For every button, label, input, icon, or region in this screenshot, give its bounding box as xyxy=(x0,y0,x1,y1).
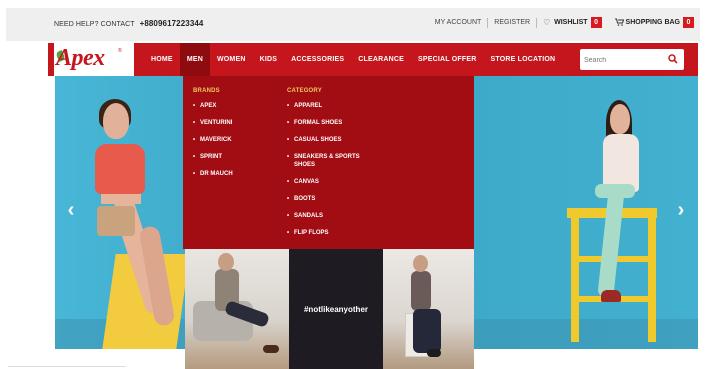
brand-link[interactable]: MAVERICK xyxy=(193,136,273,144)
man-shoe xyxy=(263,345,279,353)
phone-link[interactable]: +8809617223344 xyxy=(140,19,204,28)
brand-link[interactable]: SPRINT xyxy=(193,153,273,161)
nav-item-store-location[interactable]: STORE LOCATION xyxy=(484,43,563,76)
search-icon[interactable] xyxy=(668,54,678,64)
divider xyxy=(487,17,489,28)
account-links: MY ACCOUNT REGISTER ♡ WISHLIST 0 SHOPPIN… xyxy=(435,17,694,28)
yellow-stool-leg xyxy=(571,216,579,342)
search-input[interactable] xyxy=(580,50,660,71)
help-label: NEED HELP? CONTACT xyxy=(54,21,135,28)
top-utility-bar: NEED HELP? CONTACT +8809617223344 MY ACC… xyxy=(6,8,700,41)
model-left-top xyxy=(95,144,145,194)
man-shoe xyxy=(427,349,441,357)
men-mega-menu: BRANDS APEX VENTURINI MAVERICK SPRINT DR… xyxy=(183,76,474,249)
nav-item-kids[interactable]: KIDS xyxy=(253,43,285,76)
bag-count-badge: 0 xyxy=(683,17,694,28)
brands-column: BRANDS APEX VENTURINI MAVERICK SPRINT DR… xyxy=(193,88,273,187)
category-link[interactable]: CASUAL SHOES xyxy=(287,136,365,144)
divider xyxy=(536,17,538,28)
nav-item-home[interactable]: HOME xyxy=(144,43,180,76)
promo-image-seated-man xyxy=(185,249,289,369)
model-right-sandal xyxy=(601,290,621,302)
brand-link[interactable]: VENTURINI xyxy=(193,119,273,127)
yellow-stool-leg xyxy=(648,216,656,342)
promo-hashtag-panel: #notlikeanyother xyxy=(289,249,383,369)
trademark-mark: ® xyxy=(118,48,122,54)
category-link[interactable]: APPAREL xyxy=(287,102,365,110)
category-link[interactable]: FORMAL SHOES xyxy=(287,119,365,127)
search-box xyxy=(580,49,684,71)
category-link[interactable]: BOOTS xyxy=(287,195,365,203)
man-face xyxy=(218,253,234,271)
model-right-face xyxy=(610,104,630,134)
wishlist-link[interactable]: WISHLIST xyxy=(554,19,587,26)
man-shirt xyxy=(411,271,431,311)
nav-menu: HOME MEN WOMEN KIDS ACCESSORIES CLEARANC… xyxy=(144,43,562,76)
help-contact: NEED HELP? CONTACT +8809617223344 xyxy=(54,19,203,28)
register-link[interactable]: REGISTER xyxy=(494,19,530,26)
promo-image-stool-man xyxy=(383,249,474,369)
brands-heading: BRANDS xyxy=(193,88,220,94)
man-face xyxy=(413,255,428,272)
man-jeans xyxy=(413,309,441,353)
my-account-link[interactable]: MY ACCOUNT xyxy=(435,19,482,26)
shopping-bag-link[interactable]: SHOPPING BAG xyxy=(626,19,680,26)
men-promo-banner[interactable]: #notlikeanyother xyxy=(183,249,474,369)
category-link[interactable]: FLIP FLOPS xyxy=(287,229,365,237)
apex-logo[interactable]: Apex ® xyxy=(54,43,134,76)
category-link[interactable]: SANDALS xyxy=(287,212,365,220)
page: NEED HELP? CONTACT +8809617223344 MY ACC… xyxy=(0,0,712,369)
horizontal-scrollbar[interactable] xyxy=(8,366,126,367)
nav-item-special-offer[interactable]: SPECIAL OFFER xyxy=(411,43,483,76)
nav-item-accessories[interactable]: ACCESSORIES xyxy=(284,43,351,76)
nav-item-women[interactable]: WOMEN xyxy=(210,43,253,76)
category-heading: CATEGORY xyxy=(287,88,322,94)
chevron-left-icon[interactable]: ‹ xyxy=(61,198,81,222)
divider xyxy=(608,18,609,28)
nav-item-men[interactable]: MEN xyxy=(179,43,210,76)
wishlist-count-badge: 0 xyxy=(590,17,602,28)
brand-link[interactable]: APEX xyxy=(193,102,273,110)
brand-link[interactable]: DR MAUCH xyxy=(193,170,273,178)
cart-icon xyxy=(614,18,624,28)
heart-icon: ♡ xyxy=(543,18,551,27)
main-navbar: Apex ® HOME MEN WOMEN KIDS ACCESSORIES C… xyxy=(48,43,698,76)
logo-text: Apex xyxy=(56,45,105,71)
promo-hashtag: #notlikeanyother xyxy=(303,305,368,314)
category-column: CATEGORY APPAREL FORMAL SHOES CASUAL SHO… xyxy=(287,88,365,246)
category-link[interactable]: SNEAKERS & SPORTS SHOES xyxy=(287,153,365,169)
category-link[interactable]: CANVAS xyxy=(287,178,365,186)
nav-item-clearance[interactable]: CLEARANCE xyxy=(351,43,411,76)
model-left-face xyxy=(103,103,129,139)
chevron-right-icon[interactable]: › xyxy=(671,198,691,222)
model-left-handbag xyxy=(97,206,135,236)
